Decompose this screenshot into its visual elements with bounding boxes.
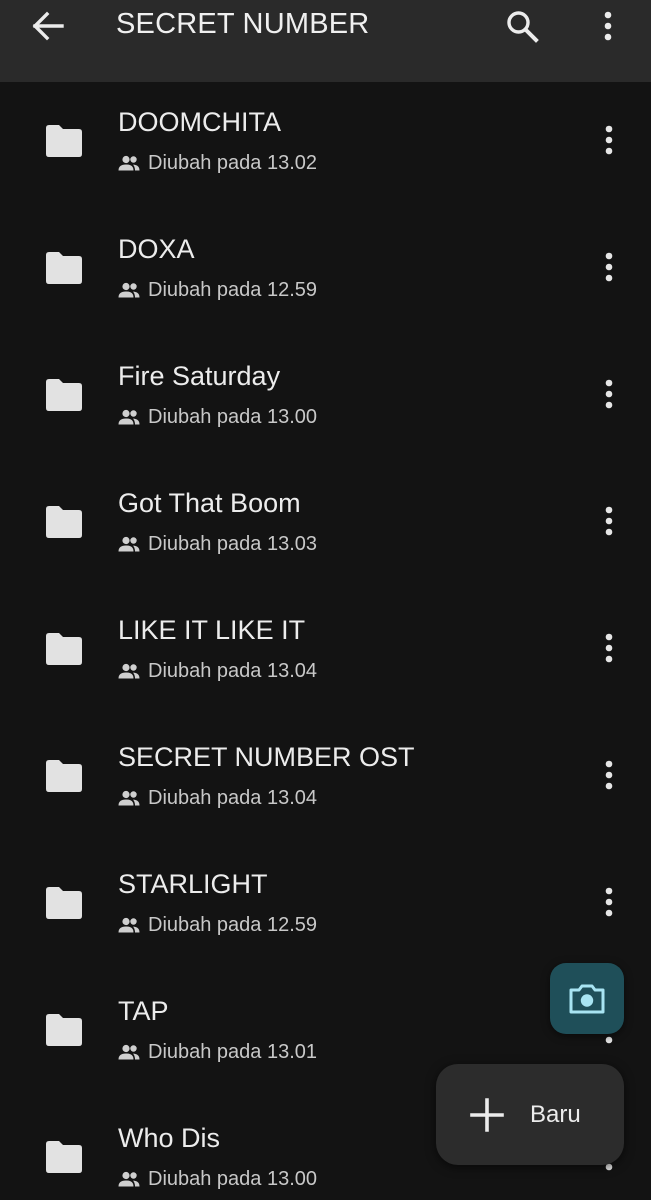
shared-people-icon bbox=[118, 536, 140, 552]
folder-icon bbox=[46, 125, 82, 157]
shared-people-icon bbox=[118, 155, 140, 171]
modified-time: Diubah pada 13.04 bbox=[148, 786, 318, 809]
folder-meta: Diubah pada 12.59 bbox=[118, 912, 317, 938]
folder-meta: Diubah pada 13.00 bbox=[118, 1166, 317, 1192]
more-vert-icon bbox=[605, 125, 613, 155]
folder-name: Fire Saturday bbox=[118, 361, 281, 391]
modified-time: Diubah pada 13.00 bbox=[148, 1167, 318, 1190]
folder-meta: Diubah pada 13.03 bbox=[118, 531, 317, 557]
more-vert-icon bbox=[605, 760, 613, 790]
modified-time: Diubah pada 13.00 bbox=[148, 405, 318, 428]
folder-name: Got That Boom bbox=[118, 488, 301, 518]
folder-name: LIKE IT LIKE IT bbox=[118, 615, 306, 645]
modified-time: Diubah pada 12.59 bbox=[148, 913, 318, 936]
folder-row[interactable]: LIKE IT LIKE IT Diubah pada 13.04 bbox=[0, 590, 651, 717]
folder-row[interactable]: Fire Saturday Diubah pada 13.00 bbox=[0, 336, 651, 463]
folder-meta: Diubah pada 13.04 bbox=[118, 658, 317, 684]
modified-time: Diubah pada 13.02 bbox=[148, 151, 318, 174]
shared-people-icon bbox=[118, 790, 140, 806]
folder-icon bbox=[46, 1141, 82, 1173]
overflow-menu-button[interactable] bbox=[588, 2, 628, 50]
folder-more-button[interactable] bbox=[592, 626, 626, 670]
shared-people-icon bbox=[118, 1044, 140, 1060]
camera-icon bbox=[569, 984, 605, 1013]
folder-more-button[interactable] bbox=[592, 753, 626, 797]
more-vert-icon bbox=[605, 252, 613, 282]
folder-more-button[interactable] bbox=[592, 499, 626, 543]
folder-list: DOOMCHITA Diubah pada 13.02 DOXA Diubah pad… bbox=[0, 82, 651, 1200]
top-app-bar: SECRET NUMBER bbox=[0, 0, 651, 82]
new-button-label: Baru bbox=[530, 1100, 581, 1128]
more-vert-icon bbox=[605, 633, 613, 663]
back-button[interactable] bbox=[22, 4, 74, 48]
folder-row[interactable]: Got That Boom Diubah pada 13.03 bbox=[0, 463, 651, 590]
folder-icon bbox=[46, 760, 82, 792]
folder-more-button[interactable] bbox=[592, 372, 626, 416]
folder-meta: Diubah pada 13.02 bbox=[118, 150, 317, 176]
modified-time: Diubah pada 13.01 bbox=[148, 1040, 318, 1063]
folder-row[interactable]: STARLIGHT Diubah pada 12.59 bbox=[0, 844, 651, 971]
modified-time: Diubah pada 12.59 bbox=[148, 278, 318, 301]
folder-icon bbox=[46, 506, 82, 538]
scan-camera-button[interactable] bbox=[550, 963, 624, 1034]
folder-icon bbox=[46, 887, 82, 919]
shared-people-icon bbox=[118, 282, 140, 298]
modified-time: Diubah pada 13.03 bbox=[148, 532, 318, 555]
new-button[interactable]: Baru bbox=[436, 1064, 624, 1165]
folder-more-button[interactable] bbox=[592, 245, 626, 289]
shared-people-icon bbox=[118, 663, 140, 679]
more-vert-icon bbox=[605, 887, 613, 917]
folder-row[interactable]: DOOMCHITA Diubah pada 13.02 bbox=[0, 82, 651, 209]
folder-name: TAP bbox=[118, 996, 169, 1026]
modified-time: Diubah pada 13.04 bbox=[148, 659, 318, 682]
folder-name: STARLIGHT bbox=[118, 869, 268, 899]
more-vert-icon bbox=[605, 379, 613, 409]
folder-meta: Diubah pada 13.00 bbox=[118, 404, 317, 430]
folder-meta: Diubah pada 13.04 bbox=[118, 785, 317, 811]
folder-meta: Diubah pada 12.59 bbox=[118, 277, 317, 303]
folder-row[interactable]: DOXA Diubah pada 12.59 bbox=[0, 209, 651, 336]
shared-people-icon bbox=[118, 917, 140, 933]
more-vert-icon bbox=[605, 506, 613, 536]
shared-people-icon bbox=[118, 1171, 140, 1187]
folder-row[interactable]: SECRET NUMBER OST Diubah pada 13.04 bbox=[0, 717, 651, 844]
folder-name: DOOMCHITA bbox=[118, 107, 281, 137]
plus-icon bbox=[470, 1097, 504, 1132]
folder-name: Who Dis bbox=[118, 1123, 221, 1153]
more-vert-icon bbox=[604, 11, 612, 41]
arrow-back-icon bbox=[32, 11, 64, 41]
drive-folder-screen: SECRET NUMBER DOOMCHITA Diubah pada 13.02… bbox=[0, 0, 651, 1200]
folder-icon bbox=[46, 1014, 82, 1046]
search-button[interactable] bbox=[498, 2, 546, 50]
folder-more-button[interactable] bbox=[592, 880, 626, 924]
folder-icon bbox=[46, 379, 82, 411]
folder-meta: Diubah pada 13.01 bbox=[118, 1039, 317, 1065]
folder-icon bbox=[46, 633, 82, 665]
shared-people-icon bbox=[118, 409, 140, 425]
folder-icon bbox=[46, 252, 82, 284]
folder-name: DOXA bbox=[118, 234, 195, 264]
search-icon bbox=[507, 11, 539, 43]
page-title: SECRET NUMBER bbox=[116, 8, 370, 40]
folder-name: SECRET NUMBER OST bbox=[118, 742, 415, 772]
folder-more-button[interactable] bbox=[592, 118, 626, 162]
